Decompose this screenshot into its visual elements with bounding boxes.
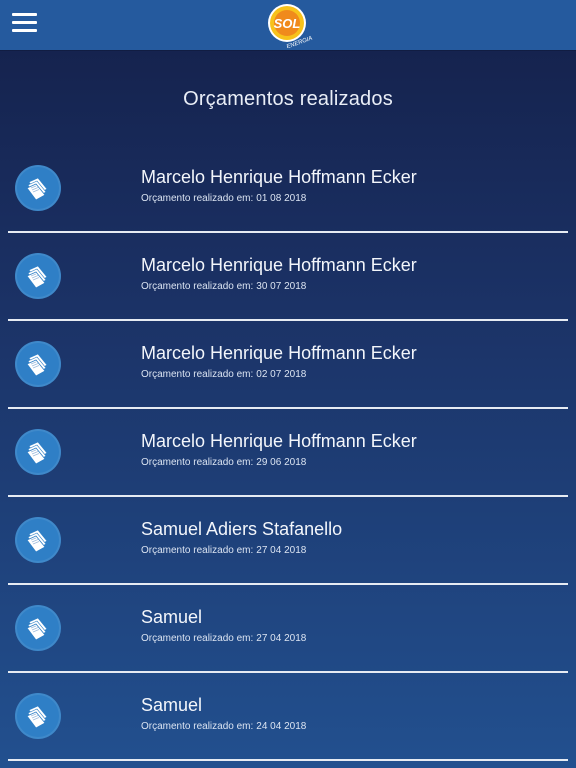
budget-date-label: Orçamento realizado em: [141, 545, 254, 556]
budget-date-line: Orçamento realizado em: 24 04 2018 [141, 721, 306, 732]
budget-date-label: Orçamento realizado em: [141, 369, 254, 380]
list-item[interactable]: Samuel Orçamento realizado em: 27 04 2018 [0, 585, 576, 673]
budget-date: 02 07 2018 [256, 369, 307, 380]
budget-date-line: Orçamento realizado em: 29 06 2018 [141, 457, 306, 468]
budget-date-line: Orçamento realizado em: 01 08 2018 [141, 193, 306, 204]
page-title: Orçamentos realizados [183, 88, 393, 110]
list-item[interactable]: Marcelo Henrique Hoffmann Ecker Orçament… [0, 409, 576, 497]
documents-icon [15, 341, 61, 387]
hamburger-line [12, 13, 37, 16]
client-name: Samuel Adiers Stafanello [141, 519, 343, 539]
budget-date-label: Orçamento realizado em: [141, 457, 254, 468]
documents-icon [15, 429, 61, 475]
budget-date-label: Orçamento realizado em: [141, 193, 254, 204]
list-item[interactable]: Samuel Orçamento realizado em: 24 04 2018 [0, 673, 576, 761]
budget-date: 27 04 2018 [256, 633, 307, 644]
logo-text: SOL [274, 16, 301, 31]
documents-icon [15, 693, 61, 739]
list-item[interactable]: Marcelo Henrique Hoffmann Ecker Orçament… [0, 233, 576, 321]
list-item[interactable]: Marcelo Henrique Hoffmann Ecker Orçament… [0, 145, 576, 233]
documents-icon [15, 165, 61, 211]
client-name: Marcelo Henrique Hoffmann Ecker [141, 343, 417, 363]
budget-date-line: Orçamento realizado em: 02 07 2018 [141, 369, 306, 380]
hamburger-line [12, 21, 37, 24]
budget-date: 29 06 2018 [256, 457, 307, 468]
sol-energia-logo: SOL ENERGIA [265, 2, 315, 50]
budget-date: 30 07 2018 [256, 281, 307, 292]
budget-date-label: Orçamento realizado em: [141, 721, 254, 732]
list-item[interactable]: Marcelo Henrique Hoffmann Ecker Orçament… [0, 321, 576, 409]
top-app-bar: SOL ENERGIA [0, 0, 576, 50]
budget-date-label: Orçamento realizado em: [141, 633, 254, 644]
documents-icon [15, 605, 61, 651]
documents-icon [15, 253, 61, 299]
budget-date-label: Orçamento realizado em: [141, 281, 254, 292]
hamburger-line [12, 29, 37, 32]
budget-date-line: Orçamento realizado em: 30 07 2018 [141, 281, 306, 292]
budget-date-line: Orçamento realizado em: 27 04 2018 [141, 545, 306, 556]
list-item[interactable]: Samuel Adiers Stafanello Orçamento reali… [0, 497, 576, 585]
hamburger-menu-button[interactable] [12, 13, 37, 33]
budget-date: 01 08 2018 [256, 193, 307, 204]
budget-date-line: Orçamento realizado em: 27 04 2018 [141, 633, 306, 644]
budget-date: 27 04 2018 [256, 545, 307, 556]
client-name: Marcelo Henrique Hoffmann Ecker [141, 431, 417, 451]
client-name: Marcelo Henrique Hoffmann Ecker [141, 255, 417, 275]
client-name: Marcelo Henrique Hoffmann Ecker [141, 167, 417, 187]
documents-icon [15, 517, 61, 563]
client-name: Samuel [141, 695, 203, 715]
client-name: Samuel [141, 607, 203, 627]
divider [8, 759, 568, 761]
budget-list: Marcelo Henrique Hoffmann Ecker Orçament… [0, 145, 576, 761]
budget-date: 24 04 2018 [256, 721, 307, 732]
